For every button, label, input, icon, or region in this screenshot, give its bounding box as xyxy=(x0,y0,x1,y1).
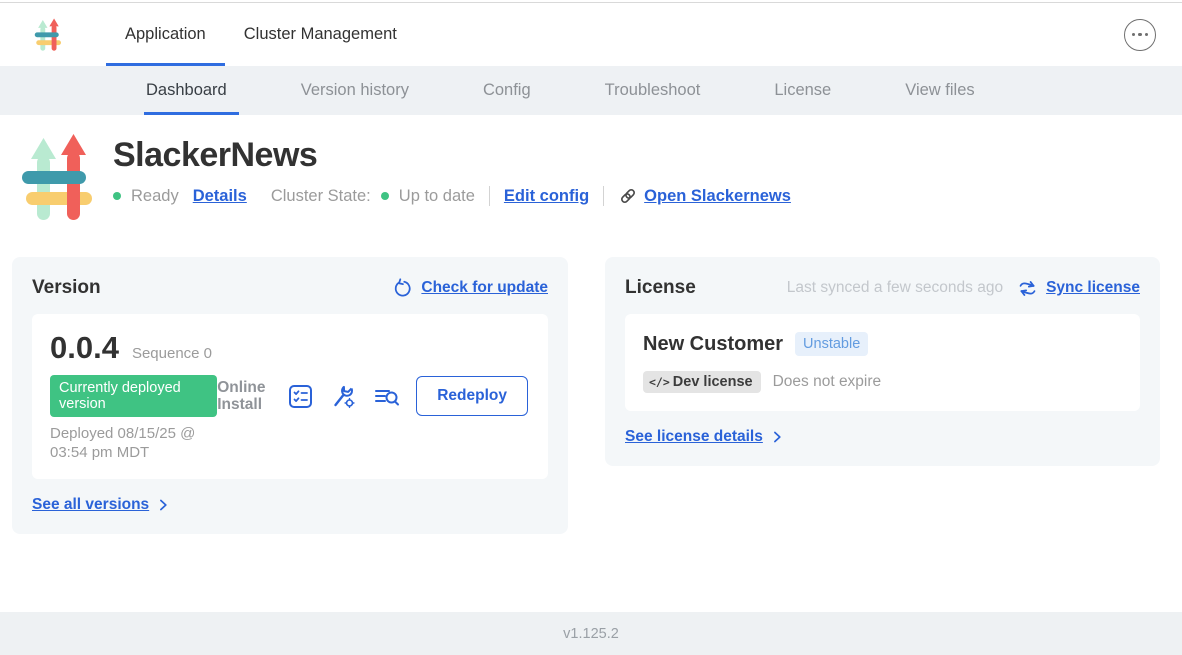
app-status-text: Ready xyxy=(131,187,179,206)
page-title: SlackerNews xyxy=(113,136,791,175)
active-tab-underline xyxy=(144,112,239,115)
check-for-update-link[interactable]: Check for update xyxy=(392,278,548,299)
current-version-panel: 0.0.4 Sequence 0 Currently deployed vers… xyxy=(32,314,548,479)
tab-version-history[interactable]: Version history xyxy=(301,66,409,115)
license-card-title: License xyxy=(625,277,696,299)
cluster-state-value: Up to date xyxy=(399,187,475,206)
app-header: SlackerNews Ready Details Cluster State:… xyxy=(0,115,1182,224)
chevron-right-icon xyxy=(156,498,170,512)
divider xyxy=(603,186,604,206)
app-logo-large-icon xyxy=(20,132,100,224)
version-actions: Online Install xyxy=(217,376,530,416)
refresh-icon xyxy=(392,278,413,299)
license-expiration: Does not expire xyxy=(773,373,882,391)
cluster-state-dot xyxy=(381,192,389,200)
install-type-label: Online Install xyxy=(217,379,271,414)
customer-name: New Customer xyxy=(643,333,783,356)
sequence-label: Sequence 0 xyxy=(132,345,212,362)
version-number: 0.0.4 xyxy=(50,330,119,366)
open-app-link-label: Open Slackernews xyxy=(644,187,791,206)
license-type-badge: </> Dev license xyxy=(643,371,761,393)
cluster-state-label: Cluster State: xyxy=(271,187,371,206)
license-card: License Last synced a few seconds ago Sy… xyxy=(605,257,1160,466)
deployed-status-badge: Currently deployed version xyxy=(50,375,217,417)
top-nav-tab-label: Cluster Management xyxy=(244,25,397,44)
tab-label: Troubleshoot xyxy=(605,81,701,100)
version-info: 0.0.4 Sequence 0 Currently deployed vers… xyxy=(50,330,217,463)
tab-license[interactable]: License xyxy=(774,66,831,115)
more-menu-button[interactable] xyxy=(1124,19,1156,51)
divider xyxy=(489,186,490,206)
app-sub-nav: Dashboard Version history Config Trouble… xyxy=(0,66,1182,115)
open-app-link[interactable]: Open Slackernews xyxy=(618,186,791,206)
tab-label: Dashboard xyxy=(146,81,227,100)
version-card-title: Version xyxy=(32,277,101,299)
edit-config-link[interactable]: Edit config xyxy=(504,187,589,206)
chevron-right-icon xyxy=(770,430,784,444)
see-all-versions-label: See all versions xyxy=(32,496,149,514)
sync-license-link[interactable]: Sync license xyxy=(1017,278,1140,299)
chain-link-icon xyxy=(618,186,638,206)
tab-config[interactable]: Config xyxy=(483,66,531,115)
console-version: v1.125.2 xyxy=(563,626,619,642)
view-logs-icon[interactable] xyxy=(373,383,400,410)
deployed-timestamp: Deployed 08/15/25 @ 03:54 pm MDT xyxy=(50,425,217,463)
check-for-update-label: Check for update xyxy=(421,279,548,297)
tab-troubleshoot[interactable]: Troubleshoot xyxy=(605,66,701,115)
license-type-label: Dev license xyxy=(673,374,753,390)
top-nav-tab-label: Application xyxy=(125,25,206,44)
code-icon: </> xyxy=(649,375,670,389)
see-all-versions-link[interactable]: See all versions xyxy=(32,496,170,514)
dashboard-cards: Version Check for update 0.0.4 Sequence … xyxy=(0,224,1182,534)
tab-label: Config xyxy=(483,81,531,100)
redeploy-button[interactable]: Redeploy xyxy=(416,376,528,416)
config-tools-icon[interactable] xyxy=(330,383,357,410)
last-synced-text: Last synced a few seconds ago xyxy=(787,279,1003,297)
app-status-row: Ready Details Cluster State: Up to date … xyxy=(113,186,791,206)
see-license-details-link[interactable]: See license details xyxy=(625,428,784,446)
ellipsis-icon xyxy=(1132,33,1149,37)
tab-view-files[interactable]: View files xyxy=(905,66,974,115)
sync-license-label: Sync license xyxy=(1046,279,1140,297)
preflight-checks-icon[interactable] xyxy=(287,383,314,410)
console-footer: v1.125.2 xyxy=(0,612,1182,655)
tab-label: View files xyxy=(905,81,974,100)
tab-label: License xyxy=(774,81,831,100)
channel-badge: Unstable xyxy=(795,332,868,356)
app-logo-icon xyxy=(34,17,64,53)
top-nav-tab-application[interactable]: Application xyxy=(106,3,225,66)
tab-label: Version history xyxy=(301,81,409,100)
details-link[interactable]: Details xyxy=(193,187,247,206)
license-details-panel: New Customer Unstable </> Dev license Do… xyxy=(625,314,1140,411)
app-status-dot xyxy=(113,192,121,200)
version-card: Version Check for update 0.0.4 Sequence … xyxy=(12,257,568,534)
see-license-details-label: See license details xyxy=(625,428,763,446)
sync-arrows-icon xyxy=(1017,278,1038,299)
top-nav: Application Cluster Management xyxy=(0,3,1182,66)
tab-dashboard[interactable]: Dashboard xyxy=(146,66,227,115)
top-nav-tab-cluster-management[interactable]: Cluster Management xyxy=(225,3,416,66)
